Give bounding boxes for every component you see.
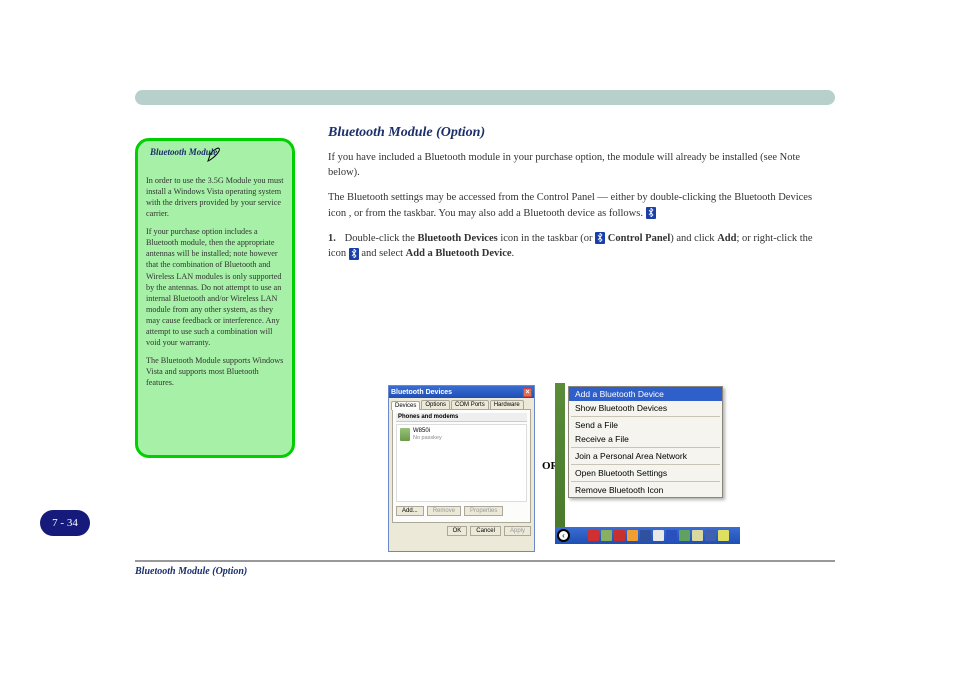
note-title: Bluetooth Module [150,147,217,157]
device-list: W850i No passkey [396,424,527,502]
tab-options[interactable]: Options [421,400,450,409]
step-text: and select [361,248,405,259]
note-paragraph: The Bluetooth Module supports Windows Vi… [146,355,284,388]
bluetooth-icon [595,232,605,244]
tray-expand-icon[interactable]: ‹ [557,529,570,542]
bold-text: Add [717,233,736,244]
tab-strip: Devices Options COM Ports Hardware [389,398,534,409]
step-text: ) and click [670,233,717,244]
note-box: Bluetooth Module In order to use the 3.5… [135,138,295,458]
bluetooth-context-menu: Add a Bluetooth Device Show Bluetooth De… [568,386,723,498]
step-number: 1. [328,231,342,246]
tray-icon[interactable] [705,530,716,541]
menu-remove-icon[interactable]: Remove Bluetooth Icon [569,483,722,497]
system-tray [588,530,729,541]
tray-icon[interactable] [679,530,690,541]
ok-button[interactable]: OK [447,526,468,536]
device-item[interactable]: W850i No passkey [400,428,523,442]
menu-separator [571,447,720,448]
window-titlebar: Bluetooth Devices × [389,386,534,398]
properties-button[interactable]: Properties [464,506,503,516]
menu-separator [571,481,720,482]
dialog-buttons: OK Cancel Apply [389,526,534,538]
body-text: If you have included a Bluetooth module … [328,150,828,271]
step-text: Double-click the [345,233,418,244]
header-bar [135,90,835,105]
action-buttons: Add... Remove Properties [396,506,527,516]
device-status: No passkey [413,435,442,442]
menu-receive-file[interactable]: Receive a File [569,432,722,446]
menu-send-file[interactable]: Send a File [569,418,722,432]
tray-icon[interactable] [614,530,625,541]
device-text: W850i No passkey [413,428,442,442]
menu-open-settings[interactable]: Open Bluetooth Settings [569,466,722,480]
taskbar: ‹ [555,527,740,544]
tray-icon[interactable] [718,530,729,541]
body-text-span: The Bluetooth settings may be accessed f… [328,192,812,218]
footer-rule [135,560,835,562]
step-1: 1. Double-click the Bluetooth Devices ic… [328,231,828,261]
bold-text: Bluetooth Devices [418,233,498,244]
body-paragraph: If you have included a Bluetooth module … [328,150,828,180]
bold-text: Control Panel [608,233,671,244]
tray-icon[interactable] [601,530,612,541]
menu-show-devices[interactable]: Show Bluetooth Devices [569,401,722,415]
apply-button[interactable]: Apply [504,526,531,536]
bluetooth-icon [646,207,656,219]
note-paragraph: In order to use the 3.5G Module you must… [146,175,284,219]
step-text: icon in the taskbar (or [498,233,595,244]
tray-icon[interactable] [692,530,703,541]
remove-button[interactable]: Remove [427,506,461,516]
desktop-background-strip [555,383,565,527]
note-body: In order to use the 3.5G Module you must… [146,175,284,388]
body-paragraph: The Bluetooth settings may be accessed f… [328,190,828,220]
tray-icon[interactable] [640,530,651,541]
tray-icon[interactable] [588,530,599,541]
bluetooth-devices-window: Bluetooth Devices × Devices Options COM … [388,385,535,552]
menu-add-device[interactable]: Add a Bluetooth Device [569,387,722,401]
window-title: Bluetooth Devices [391,389,452,396]
tab-devices[interactable]: Devices [391,401,420,410]
device-name: W850i [413,428,442,435]
page-number: 7 - 34 [40,510,90,536]
tab-com-ports[interactable]: COM Ports [451,400,489,409]
close-button[interactable]: × [523,388,532,397]
tray-icon[interactable] [627,530,638,541]
tray-icon[interactable] [653,530,664,541]
section-title: Bluetooth Module (Option) [328,125,485,141]
tab-content: Phones and modems W850i No passkey Add..… [392,409,531,523]
menu-join-pan[interactable]: Join a Personal Area Network [569,449,722,463]
group-header: Phones and modems [396,413,527,422]
bold-text: Add a Bluetooth Device [406,248,512,259]
menu-separator [571,416,720,417]
note-paragraph: If your purchase option includes a Bluet… [146,226,284,348]
phone-icon [400,428,410,441]
footer-title: Bluetooth Module (Option) [135,566,247,577]
tray-icon[interactable] [666,530,677,541]
bluetooth-icon [349,248,359,260]
cancel-button[interactable]: Cancel [470,526,501,536]
menu-separator [571,464,720,465]
add-button[interactable]: Add... [396,506,424,516]
tab-hardware[interactable]: Hardware [490,400,524,409]
